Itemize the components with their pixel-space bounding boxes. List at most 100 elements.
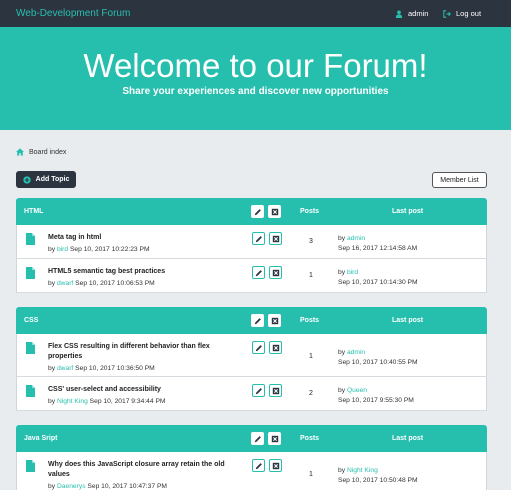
last-post-date: Sep 10, 2017 9:55:30 PM xyxy=(338,397,414,404)
top-navbar: Web-Development Forum admin Log out xyxy=(0,0,511,27)
last-post-author-link[interactable]: admin xyxy=(347,235,365,242)
edit-category-button[interactable] xyxy=(251,314,264,327)
pencil-icon xyxy=(254,435,261,442)
last-post-date: Sep 10, 2017 10:50:48 PM xyxy=(338,477,418,484)
topic-row: Why does this JavaScript closure array r… xyxy=(17,452,486,490)
topic-title-link[interactable]: Meta tag in html xyxy=(48,233,238,243)
edit-category-button[interactable] xyxy=(251,205,264,218)
topic-date: Sep 10, 2017 10:36:50 PM xyxy=(75,365,155,372)
document-icon xyxy=(26,385,35,397)
category-html: HTML Posts Last post Meta tag in html by… xyxy=(16,198,487,293)
topic-row: Flex CSS resulting in different behavior… xyxy=(17,334,486,377)
topic-title-link[interactable]: HTML5 semantic tag best practices xyxy=(48,267,238,277)
edit-topic-button[interactable] xyxy=(252,384,265,397)
last-post-date: Sep 10, 2017 10:14:30 PM xyxy=(338,279,418,286)
breadcrumb-board-index[interactable]: Board index xyxy=(29,149,66,156)
delete-category-button[interactable] xyxy=(268,314,281,327)
topic-date: Sep 10, 2017 10:47:37 PM xyxy=(87,483,167,490)
last-post-column-header: Last post xyxy=(392,317,424,324)
posts-column-header: Posts xyxy=(300,208,320,215)
brand-link[interactable]: Web-Development Forum xyxy=(16,8,130,19)
last-post-column-header: Last post xyxy=(392,435,424,442)
user-link[interactable]: admin xyxy=(395,9,428,18)
topic-by-label: by xyxy=(48,483,56,490)
last-post-author-link[interactable]: admin xyxy=(347,349,365,356)
document-icon xyxy=(26,460,35,472)
close-icon xyxy=(271,208,278,215)
topic-author-link[interactable]: bird xyxy=(57,246,68,253)
pencil-icon xyxy=(255,344,262,351)
topic-last-post: by bird Sep 10, 2017 10:14:30 PM xyxy=(338,268,418,288)
edit-topic-button[interactable] xyxy=(252,341,265,354)
close-icon xyxy=(272,344,279,351)
last-post-by-label: by xyxy=(338,269,346,276)
logout-link[interactable]: Log out xyxy=(443,9,481,18)
close-icon xyxy=(272,235,279,242)
pencil-icon xyxy=(255,462,262,469)
member-list-button[interactable]: Member List xyxy=(432,172,487,188)
topic-author-link[interactable]: dwarf xyxy=(57,280,73,287)
edit-topic-button[interactable] xyxy=(252,459,265,472)
topic-author-link[interactable]: dwarf xyxy=(57,365,73,372)
last-post-author-link[interactable]: Queen xyxy=(347,387,367,394)
last-post-column-header: Last post xyxy=(392,208,424,215)
delete-topic-button[interactable] xyxy=(269,384,282,397)
logout-label: Log out xyxy=(456,9,482,18)
delete-topic-button[interactable] xyxy=(269,341,282,354)
topic-title-link[interactable]: Flex CSS resulting in different behavior… xyxy=(48,342,238,362)
delete-topic-button[interactable] xyxy=(269,459,282,472)
posts-column-header: Posts xyxy=(300,435,320,442)
topic-by-label: by xyxy=(48,398,56,405)
last-post-author-link[interactable]: bird xyxy=(347,269,358,276)
last-post-by-label: by xyxy=(338,349,346,356)
topic-by-label: by xyxy=(48,365,56,372)
topic-title-link[interactable]: Why does this JavaScript closure array r… xyxy=(48,460,238,480)
topic-last-post: by Queen Sep 10, 2017 9:55:30 PM xyxy=(338,386,414,406)
last-post-author-link[interactable]: Night King xyxy=(347,467,378,474)
last-post-date: Sep 16, 2017 12:14:58 AM xyxy=(338,245,418,252)
category-css: CSS Posts Last post Flex CSS resulting i… xyxy=(16,307,487,411)
topic-title-link[interactable]: CSS' user-select and accessibility xyxy=(48,385,238,395)
last-post-by-label: by xyxy=(338,387,346,394)
last-post-date: Sep 10, 2017 10:40:55 PM xyxy=(338,359,418,366)
hero-banner: Welcome to our Forum! Share your experie… xyxy=(0,27,511,130)
hero-title: Welcome to our Forum! xyxy=(83,47,428,84)
pencil-icon xyxy=(255,235,262,242)
edit-topic-button[interactable] xyxy=(252,266,265,279)
topic-post-count: 1 xyxy=(309,272,313,279)
topic-post-count: 1 xyxy=(309,471,313,478)
posts-column-header: Posts xyxy=(300,317,320,324)
edit-topic-button[interactable] xyxy=(252,232,265,245)
last-post-by-label: by xyxy=(338,235,346,242)
pencil-icon xyxy=(255,269,262,276)
delete-category-button[interactable] xyxy=(268,432,281,445)
topic-meta: by Daenerys Sep 10, 2017 10:47:37 PM xyxy=(48,483,167,490)
topic-date: Sep 10, 2017 9:34:44 PM xyxy=(89,398,166,405)
delete-topic-button[interactable] xyxy=(269,266,282,279)
category-name[interactable]: Java Sript xyxy=(24,435,57,442)
topic-author-link[interactable]: Night King xyxy=(57,398,88,405)
category-name[interactable]: CSS xyxy=(24,317,38,324)
document-icon xyxy=(26,267,35,279)
category-name[interactable]: HTML xyxy=(24,208,43,215)
add-topic-label: Add Topic xyxy=(35,176,70,183)
delete-category-button[interactable] xyxy=(268,205,281,218)
close-icon xyxy=(271,317,278,324)
user-name: admin xyxy=(408,9,429,18)
topic-date: Sep 10, 2017 10:22:23 PM xyxy=(69,246,150,253)
pencil-icon xyxy=(255,387,262,394)
topic-post-count: 1 xyxy=(309,353,313,360)
topic-meta: by dwarf Sep 10, 2017 10:36:50 PM xyxy=(48,365,155,372)
topic-last-post: by Night King Sep 10, 2017 10:50:48 PM xyxy=(338,466,418,486)
close-icon xyxy=(272,387,279,394)
category-header: HTML Posts Last post xyxy=(16,198,487,225)
logout-icon xyxy=(443,9,451,18)
add-topic-button[interactable]: Add Topic xyxy=(16,171,76,188)
delete-topic-button[interactable] xyxy=(269,232,282,245)
topic-row: Meta tag in html by bird Sep 10, 2017 10… xyxy=(17,225,486,259)
topic-author-link[interactable]: Daenerys xyxy=(57,483,86,490)
breadcrumb[interactable]: Board index xyxy=(16,148,66,156)
edit-category-button[interactable] xyxy=(251,432,264,445)
topic-by-label: by xyxy=(48,246,56,253)
document-icon xyxy=(26,342,35,354)
